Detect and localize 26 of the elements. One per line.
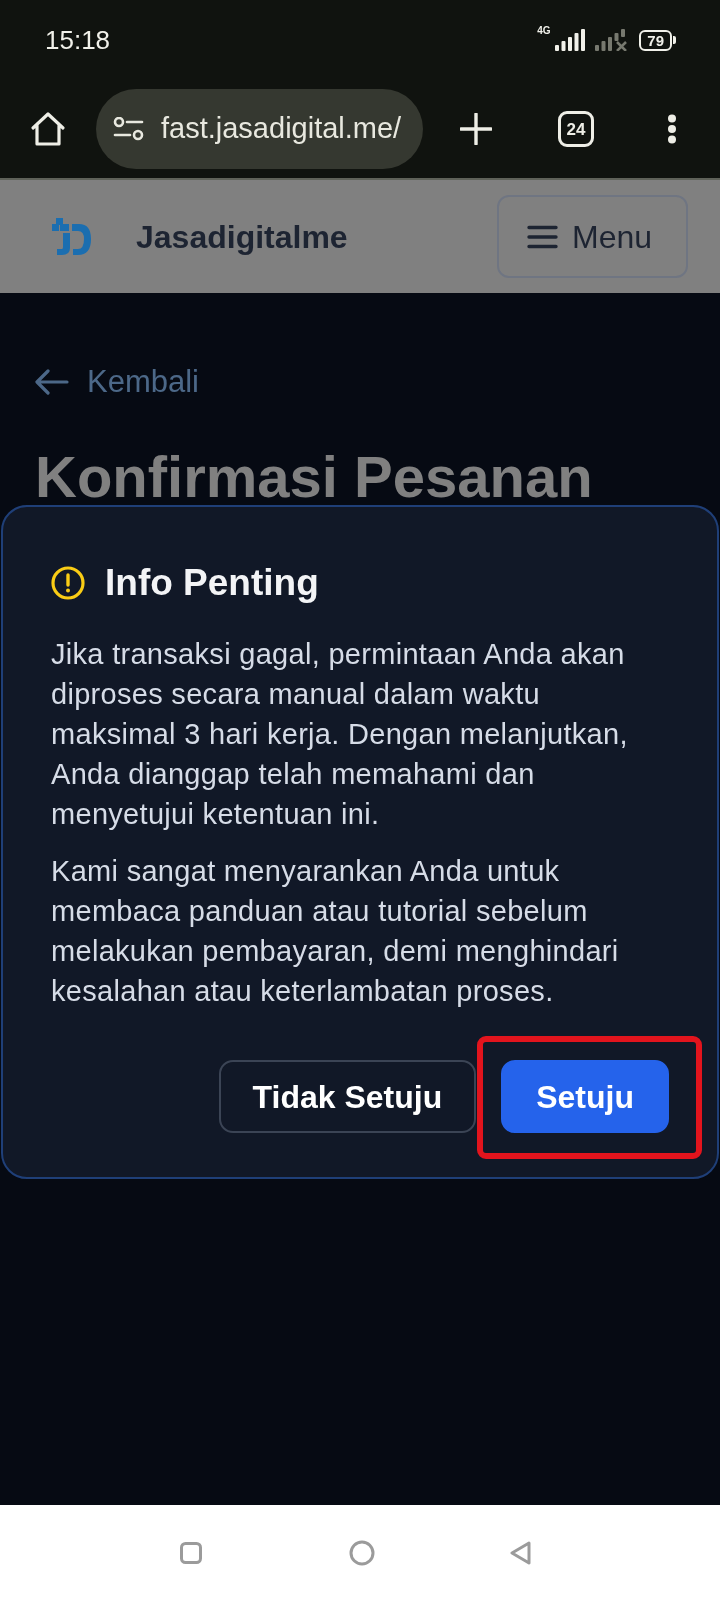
page-title: Konfirmasi Pesanan bbox=[35, 442, 594, 511]
tab-count-button[interactable]: 24 bbox=[558, 111, 594, 147]
warning-icon bbox=[51, 566, 85, 600]
recent-apps-icon[interactable] bbox=[180, 1541, 202, 1564]
dialog-paragraph: Kami sangat menyarankan Anda untuk membaca panduan atau tutorial sebelum melakukan pembayaran, demi menghindari kesalahan atau keterlambatan proses. bbox=[51, 854, 620, 1009]
signal-off-icon bbox=[595, 29, 630, 51]
network-type-label: 4G bbox=[537, 26, 551, 36]
menu-button[interactable]: Menu bbox=[497, 195, 688, 278]
disagree-button[interactable]: Tidak Setuju bbox=[218, 1060, 477, 1133]
new-tab-icon[interactable] bbox=[460, 113, 492, 145]
dialog-title: Info Penting bbox=[105, 561, 319, 605]
url-text: fast.jasadigital.me/ bbox=[161, 111, 402, 147]
home-button-icon[interactable] bbox=[349, 1539, 375, 1566]
more-options-icon[interactable] bbox=[667, 114, 677, 144]
signal-icon bbox=[555, 29, 586, 51]
battery-indicator: 79 bbox=[639, 29, 676, 51]
address-bar[interactable]: fast.jasadigital.me/ bbox=[96, 89, 423, 169]
agree-button[interactable]: Setuju bbox=[501, 1060, 669, 1133]
home-icon[interactable] bbox=[30, 111, 66, 147]
arrow-left-icon bbox=[35, 368, 69, 395]
menu-icon bbox=[527, 224, 558, 249]
brand-name: Jasadigitalme bbox=[136, 217, 348, 257]
site-settings-icon[interactable] bbox=[113, 117, 144, 141]
clock-time: 15:18 bbox=[45, 27, 111, 53]
dialog-paragraph: Jika transaksi gagal, permintaan Anda akan diproses secara manual dalam waktu maksimal 3 hari kerja. Dengan melanjutkan, Anda dianggap telah memahami dan menyetujui ketentuan ini. bbox=[51, 637, 629, 832]
back-icon[interactable] bbox=[509, 1540, 531, 1565]
